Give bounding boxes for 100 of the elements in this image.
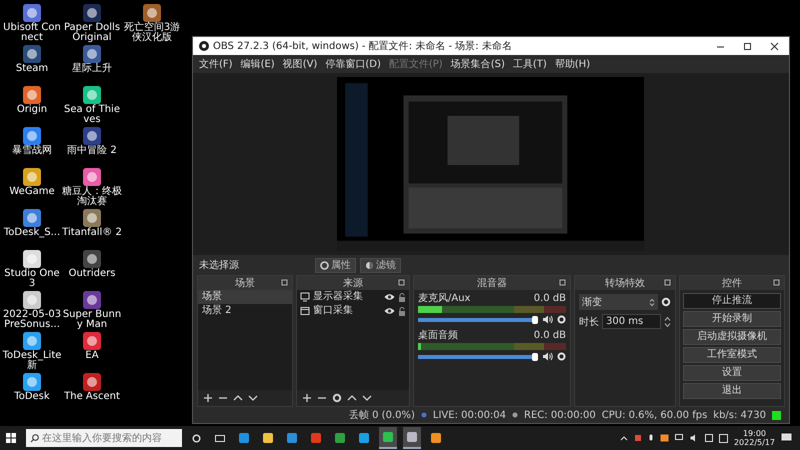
app-icon [286,432,298,444]
close-icon[interactable] [770,42,779,50]
unlock-icon[interactable] [398,306,406,316]
eye-icon[interactable] [384,293,395,301]
control-button[interactable]: 工作室模式 [683,347,781,363]
app-label: EA [84,351,100,361]
gear-icon[interactable] [557,352,566,361]
slider-thumb[interactable] [532,352,538,360]
menu-item[interactable]: 工具(T) [512,57,547,71]
control-button[interactable]: 启动虚拟摄像机 [683,329,781,345]
app-icon[interactable] [22,44,42,64]
app-label: Outriders [68,269,116,279]
move-down-icon[interactable] [362,393,372,403]
maximize-icon[interactable] [743,42,752,50]
dropdown-arrows-icon [649,298,655,306]
move-up-icon[interactable] [233,393,243,403]
app-icon[interactable] [82,372,102,392]
app-icon [406,431,418,443]
app-icon[interactable] [142,3,162,23]
chevron-up-icon[interactable] [620,435,628,441]
control-button[interactable]: 停止推流 [683,293,781,309]
unlock-icon[interactable] [398,292,406,302]
scene-item[interactable]: 场景 [198,290,292,304]
app-icon[interactable] [82,208,102,228]
undock-icon[interactable] [281,279,288,286]
speaker-icon[interactable] [542,352,553,361]
eye-icon[interactable] [384,307,395,315]
tray-app-icon[interactable] [634,434,642,442]
app-icon[interactable] [82,85,102,105]
undock-icon[interactable] [559,279,566,286]
app-icon[interactable] [82,44,102,64]
keyboard-icon[interactable] [704,434,713,442]
source-name[interactable]: 窗口采集 [313,305,381,317]
menu-item[interactable]: 视图(V) [282,57,318,71]
properties-button[interactable]: 属性 [315,258,356,272]
taskbar-app[interactable] [403,427,421,449]
app-label: ToDesk_Lite 新 [2,351,62,371]
no-source-label: 未选择源 [199,258,240,272]
tray-app-icon[interactable] [660,434,669,442]
input-method-icon[interactable] [718,434,728,442]
undock-icon[interactable] [398,279,405,286]
app-label: Origin [16,105,48,115]
app-icon[interactable] [82,3,102,23]
dock-title: 控件 [722,277,742,290]
source-name[interactable]: 显示器采集 [313,291,381,303]
app-icon [430,432,442,444]
duration-label: 时长 [579,316,599,328]
circle-icon[interactable] [192,434,201,442]
app-icon[interactable] [22,85,42,105]
app-icon[interactable] [22,126,42,146]
menu-item[interactable]: 编辑(E) [240,57,275,71]
filters-button[interactable]: 滤镜 [360,258,401,272]
undock-icon[interactable] [664,279,671,286]
clock-date: 2022/5/17 [734,438,775,447]
slider-thumb[interactable] [532,316,538,324]
speaker-icon[interactable] [542,315,553,324]
gear-icon[interactable] [557,315,566,324]
duration-field[interactable]: 300 ms [602,314,661,329]
control-button[interactable]: 开始录制 [683,311,781,327]
app-icon[interactable] [82,167,102,187]
control-button[interactable]: 退出 [683,383,781,399]
volume-slider[interactable] [418,316,538,324]
spinner-arrows-icon[interactable] [664,316,671,328]
gear-icon[interactable] [332,393,342,403]
notification-icon[interactable] [781,433,792,443]
transition-select[interactable]: 渐变 [579,294,658,310]
app-icon[interactable] [22,249,42,269]
app-icon[interactable] [22,3,42,23]
app-icon[interactable] [82,331,102,351]
task-view-icon[interactable] [215,434,225,442]
app-icon[interactable] [82,249,102,269]
undock-icon[interactable] [773,279,780,286]
volume-slider[interactable] [418,352,538,360]
app-icon[interactable] [22,167,42,187]
move-down-icon[interactable] [248,393,258,403]
db-reading: 0.0 dB [534,293,566,304]
clock[interactable]: 19:00 2022/5/17 [734,429,775,447]
menu-item[interactable]: 停靠窗口(D) [325,57,381,71]
gear-icon[interactable] [661,297,671,307]
add-icon[interactable] [203,393,213,403]
app-icon[interactable] [82,290,102,310]
add-icon[interactable] [302,393,312,403]
filter-icon [365,260,374,270]
dock-title: 转场特效 [605,276,645,290]
app-label: Ubisoft Connect [2,23,62,43]
scene-item[interactable]: 场景 2 [198,304,292,318]
menu-item[interactable]: 帮助(H) [554,57,590,71]
dock-title: 混音器 [477,276,507,290]
app-icon[interactable] [22,372,42,392]
microphone-icon[interactable] [648,434,654,442]
menu-item[interactable]: 场景集合(S) [450,57,505,71]
app-icon[interactable] [22,331,42,351]
windows-logo-icon[interactable] [6,433,16,443]
move-up-icon[interactable] [347,393,357,403]
app-icon[interactable] [22,208,42,228]
app-icon[interactable] [22,290,42,310]
menu-item[interactable]: 文件(F) [199,57,233,71]
network-icon[interactable] [674,434,684,442]
control-button[interactable]: 设置 [683,365,781,381]
app-icon[interactable] [82,126,102,146]
